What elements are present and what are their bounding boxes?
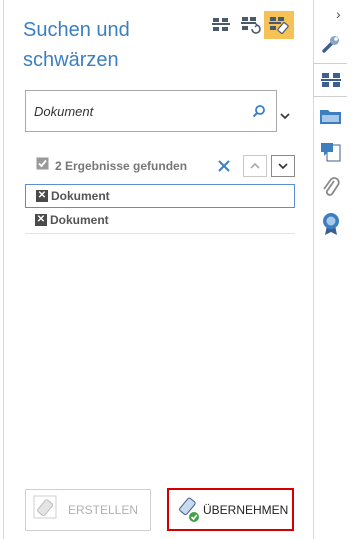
list-item[interactable]: ✕ Dokument <box>25 208 295 232</box>
result-label: Dokument <box>50 213 109 227</box>
create-button[interactable]: ERSTELLEN <box>25 489 151 531</box>
tools-tab[interactable] <box>317 30 345 58</box>
search-redact-icon <box>269 17 289 34</box>
wrench-icon <box>322 36 339 53</box>
panel-left-border <box>3 0 4 539</box>
chevron-up-icon <box>250 162 260 169</box>
eraser-icon <box>32 494 60 527</box>
attachments-tab[interactable] <box>317 174 345 202</box>
badge-icon <box>323 213 339 235</box>
search-tab[interactable] <box>317 66 345 94</box>
chevron-down-icon <box>278 163 288 170</box>
comments-tab[interactable] <box>317 138 345 166</box>
panel-title: Suchen und schwärzen <box>23 19 130 71</box>
redaction-mark-icon: ✕ <box>35 214 47 226</box>
search-field[interactable] <box>25 90 277 132</box>
clear-results-icon[interactable] <box>217 159 231 178</box>
certificate-tab[interactable] <box>317 210 345 238</box>
results-summary-row: 2 Ergebnisse gefunden <box>36 155 187 177</box>
next-result-button[interactable] <box>271 155 295 177</box>
search-stacked-icon <box>212 18 230 31</box>
collapse-panel-icon[interactable]: › <box>336 6 341 22</box>
search-refresh-icon <box>241 17 261 34</box>
magnifier-icon[interactable] <box>252 104 266 123</box>
checkbox-checked-icon[interactable] <box>36 157 49 175</box>
chevron-down-icon[interactable] <box>280 107 290 125</box>
eraser-check-icon <box>177 495 203 525</box>
comments-icon <box>321 143 341 162</box>
previous-result-button[interactable] <box>243 155 267 177</box>
binoculars-icon <box>321 73 341 87</box>
search-refresh-mode-button[interactable] <box>236 11 266 39</box>
result-label: Dokument <box>51 189 110 203</box>
search-input[interactable] <box>34 101 234 121</box>
apply-button[interactable]: ÜBERNEHMEN <box>167 488 294 531</box>
paperclip-icon <box>323 177 340 196</box>
folder-icon <box>320 110 341 124</box>
search-mode-button[interactable] <box>206 11 236 39</box>
search-redact-mode-button[interactable] <box>264 11 294 39</box>
redaction-mark-icon: ✕ <box>36 190 48 202</box>
folder-tab[interactable] <box>317 102 345 130</box>
list-divider <box>25 233 295 234</box>
results-count-label: 2 Ergebnisse gefunden <box>55 159 188 173</box>
list-item[interactable]: ✕ Dokument <box>25 184 295 208</box>
create-label: ERSTELLEN <box>68 503 139 517</box>
apply-label: ÜBERNEHMEN <box>203 502 289 517</box>
